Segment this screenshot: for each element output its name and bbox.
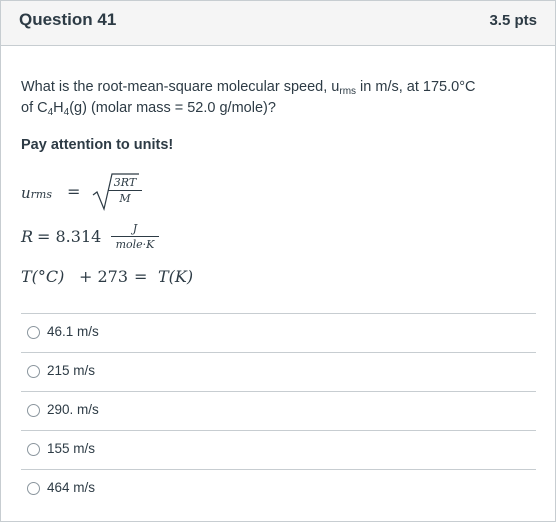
radio-button-icon[interactable] [27, 326, 40, 339]
question-title: Question 41 [19, 10, 117, 29]
question-line2-part1: of C [21, 100, 48, 116]
urms-symbol: u [21, 184, 31, 202]
answer-label[interactable]: 46.1 m/s [47, 324, 99, 339]
rms-subscript: rms [339, 86, 357, 97]
r-units-fraction: J mole·K [111, 222, 159, 251]
r-units-numerator: J [111, 222, 159, 237]
r-units-denominator: mole·K [115, 238, 155, 251]
answer-option[interactable]: 464 m/s [21, 469, 536, 508]
answer-label[interactable]: 215 m/s [47, 363, 95, 378]
answer-label[interactable]: 290. m/s [47, 402, 99, 417]
answer-option[interactable]: 155 m/s [21, 430, 536, 469]
question-line2-part3: (g) (molar mass = 52.0 g/mole)? [69, 100, 276, 116]
urms-numerator: 3RT [108, 176, 142, 191]
answer-list: 46.1 m/s 215 m/s 290. m/s 155 m/s 464 m/… [21, 313, 536, 508]
question-header: Question 41 3.5 pts [1, 1, 555, 46]
radio-button-icon[interactable] [27, 404, 40, 417]
question-line2-part2: H [53, 100, 64, 116]
question-card: Question 41 3.5 pts What is the root-mea… [0, 0, 556, 522]
r-lhs: R [21, 227, 34, 246]
answer-option[interactable]: 215 m/s [21, 352, 536, 391]
urms-subscript: rms [30, 188, 53, 201]
t-equals: = [134, 267, 148, 286]
t-plus-273: + 273 [79, 267, 129, 286]
radio-button-icon[interactable] [27, 482, 40, 495]
answer-label[interactable]: 155 m/s [47, 441, 95, 456]
units-notice: Pay attention to units! [21, 137, 174, 153]
t-kelvin: T(K) [158, 267, 194, 286]
answer-option[interactable]: 46.1 m/s [21, 313, 536, 352]
urms-fraction: 3RT M [108, 176, 142, 205]
r-value: = 8.314 [37, 227, 102, 246]
question-text-part1: What is the root-mean-square molecular s… [21, 79, 340, 95]
urms-equals: = [67, 182, 81, 201]
t-celsius: T(°C) [21, 267, 65, 286]
question-text-part2: in m/s, at 175.0°C [356, 79, 476, 95]
answer-option[interactable]: 290. m/s [21, 391, 536, 430]
question-points: 3.5 pts [489, 12, 537, 29]
radio-button-icon[interactable] [27, 365, 40, 378]
answer-label[interactable]: 464 m/s [47, 480, 95, 495]
radio-button-icon[interactable] [27, 443, 40, 456]
urms-lhs: urms [21, 184, 52, 202]
question-text: What is the root-mean-square molecular s… [21, 77, 536, 119]
urms-denominator: M [119, 192, 131, 205]
